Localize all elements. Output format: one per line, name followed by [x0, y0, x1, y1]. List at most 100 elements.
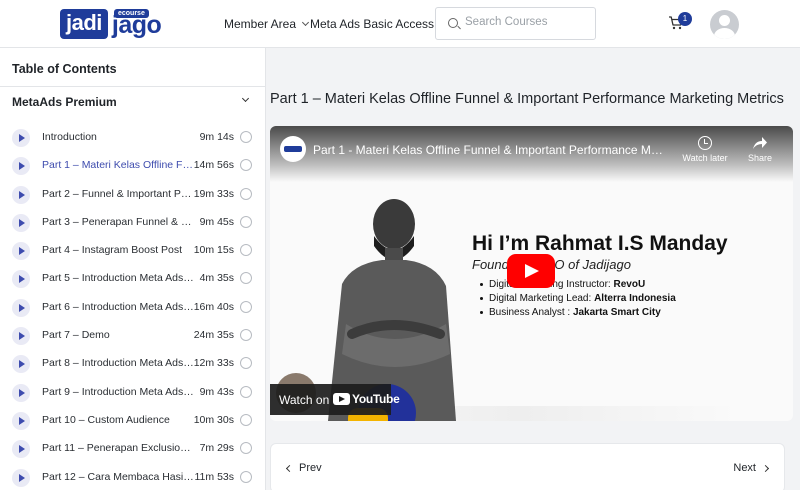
lesson-item[interactable]: Part 12 – Cara Membaca Hasil Iklan 11m 5…: [0, 463, 265, 490]
nav-meta-ads-basic[interactable]: Meta Ads Basic Access: [310, 17, 434, 31]
lesson-item[interactable]: Part 3 – Penerapan Funnel & Objective 9m…: [0, 208, 265, 236]
video-title[interactable]: Part 1 - Materi Kelas Offline Funnel & I…: [313, 143, 663, 157]
credential-value: RevoU: [613, 279, 646, 290]
lesson-title: Part 2 – Funnel & Important Performance …: [42, 187, 194, 200]
toc-title: Table of Contents: [12, 62, 117, 76]
youtube-play-icon[interactable]: [507, 254, 555, 288]
watch-on-youtube-button[interactable]: Watch on YouTube: [270, 384, 400, 415]
lesson-title: Part 10 – Custom Audience: [42, 413, 170, 426]
table-of-contents-sidebar: Table of Contents MetaAds Premium Introd…: [0, 48, 266, 490]
chevron-left-icon: [285, 464, 294, 472]
completion-circle-icon[interactable]: [240, 187, 252, 200]
lesson-item-active[interactable]: Part 1 – Materi Kelas Offline Funnel & I…: [0, 151, 265, 179]
lesson-title: Part 8 – Introduction Meta Ads Audience: [42, 357, 194, 370]
toc-divider: [0, 86, 265, 87]
prev-button[interactable]: Prev: [285, 462, 322, 474]
watch-on-label: Watch on: [279, 393, 330, 407]
share-icon: [753, 137, 767, 149]
nav-member-area[interactable]: Member Area: [224, 17, 310, 31]
chevron-down-icon[interactable]: [241, 94, 250, 103]
topic-toggle-metaads-premium[interactable]: MetaAds Premium: [12, 95, 117, 109]
share-button[interactable]: Share: [737, 136, 783, 163]
lesson-list: Introduction 9m 14s Part 1 – Materi Kela…: [0, 123, 265, 490]
credential-value: Alterra Indonesia: [594, 293, 676, 304]
lesson-title: Part 9 – Introduction Meta Ads Pixel: [42, 385, 194, 398]
lesson-title: Part 11 – Penerapan Exclusion Audience: [42, 442, 194, 455]
search-input[interactable]: [465, 16, 590, 28]
play-icon: [12, 411, 30, 430]
credential-label: Digital Marketing Lead:: [489, 293, 595, 304]
lesson-duration: 9m 45s: [199, 215, 234, 228]
lesson-duration: 10m 15s: [193, 244, 234, 257]
lesson-heading: Part 1 – Materi Kelas Offline Funnel & I…: [270, 91, 784, 107]
completion-circle-icon[interactable]: [240, 357, 252, 370]
next-button[interactable]: Next: [733, 462, 770, 474]
share-label: Share: [747, 153, 773, 163]
lesson-title: Part 12 – Cara Membaca Hasil Iklan: [42, 470, 194, 483]
chevron-right-icon: [761, 464, 770, 472]
lesson-item[interactable]: Part 8 – Introduction Meta Ads Audience …: [0, 349, 265, 377]
video-player[interactable]: Part 1 - Materi Kelas Offline Funnel & I…: [270, 126, 793, 421]
lesson-title: Part 5 – Introduction Meta Ads Manager: [42, 272, 194, 285]
user-avatar[interactable]: [710, 10, 739, 39]
play-icon: [12, 327, 30, 346]
lesson-duration: 16m 40s: [193, 300, 234, 313]
prev-label: Prev: [299, 462, 322, 474]
credential-item: Business Analyst : Jakarta Smart City: [480, 306, 676, 320]
completion-circle-icon[interactable]: [240, 329, 252, 342]
lesson-item[interactable]: Part 6 – Introduction Meta Ads Campaign …: [0, 293, 265, 321]
lesson-item[interactable]: Part 5 – Introduction Meta Ads Manager 4…: [0, 264, 265, 292]
play-icon: [12, 185, 30, 204]
lesson-item[interactable]: Part 2 – Funnel & Important Performance …: [0, 180, 265, 208]
lesson-title: Introduction: [42, 131, 97, 143]
play-icon: [12, 298, 30, 317]
completion-circle-icon[interactable]: [240, 131, 252, 143]
completion-circle-icon[interactable]: [240, 470, 252, 483]
logo-badge: ecourse: [114, 9, 149, 18]
nav-meta-ads-basic-label: Meta Ads Basic Access: [310, 17, 435, 31]
youtube-logo-icon: [333, 393, 350, 405]
play-icon: [12, 213, 30, 232]
completion-circle-icon[interactable]: [240, 244, 252, 257]
search-box[interactable]: [435, 7, 596, 40]
lesson-pager: Prev Next: [270, 443, 785, 490]
search-icon: [448, 18, 458, 28]
channel-logo[interactable]: [280, 136, 306, 162]
top-header: jadi jago ecourse Member Area Meta Ads B…: [0, 0, 800, 48]
lesson-title: Part 6 – Introduction Meta Ads Campaign: [42, 300, 194, 313]
lesson-item[interactable]: Part 11 – Penerapan Exclusion Audience 7…: [0, 434, 265, 462]
lesson-item[interactable]: Introduction 9m 14s: [0, 123, 265, 151]
next-label: Next: [733, 462, 756, 474]
clock-icon: [698, 136, 712, 150]
watch-later-button[interactable]: Watch later: [675, 136, 735, 163]
lesson-duration: 19m 33s: [193, 187, 234, 200]
logo-jadi: jadi: [60, 9, 108, 39]
completion-circle-icon[interactable]: [240, 385, 252, 398]
lesson-title: Part 4 – Instagram Boost Post: [42, 244, 183, 257]
lesson-item[interactable]: Part 4 – Instagram Boost Post 10m 15s: [0, 236, 265, 264]
play-icon: [12, 468, 30, 487]
lesson-item[interactable]: Part 10 – Custom Audience 10m 30s: [0, 406, 265, 434]
lesson-item[interactable]: Part 7 – Demo 24m 35s: [0, 321, 265, 349]
completion-circle-icon[interactable]: [240, 272, 252, 285]
completion-circle-icon[interactable]: [240, 300, 252, 313]
completion-circle-icon[interactable]: [240, 442, 252, 455]
completion-circle-icon[interactable]: [240, 215, 252, 228]
lesson-duration: 11m 53s: [194, 470, 235, 483]
completion-circle-icon[interactable]: [240, 413, 252, 426]
lesson-duration: 12m 33s: [193, 357, 234, 370]
credential-item: Digital Marketing Lead: Alterra Indonesi…: [480, 292, 676, 306]
play-icon: [12, 242, 30, 261]
credential-label: Business Analyst :: [489, 307, 573, 318]
hero-name: Hi I’m Rahmat I.S Manday: [472, 232, 728, 255]
lesson-title: Part 3 – Penerapan Funnel & Objective: [42, 215, 194, 228]
lesson-title: Part 1 – Materi Kelas Offline Funnel & I…: [42, 159, 194, 172]
lesson-item[interactable]: Part 9 – Introduction Meta Ads Pixel 9m …: [0, 378, 265, 406]
play-icon: [12, 157, 30, 176]
completion-circle-icon[interactable]: [240, 159, 252, 172]
lesson-duration: 7m 29s: [199, 442, 234, 455]
nav-member-area-label: Member Area: [224, 17, 297, 31]
play-icon: [12, 440, 30, 459]
lesson-duration: 24m 35s: [193, 329, 234, 342]
credential-value: Jakarta Smart City: [572, 307, 661, 318]
